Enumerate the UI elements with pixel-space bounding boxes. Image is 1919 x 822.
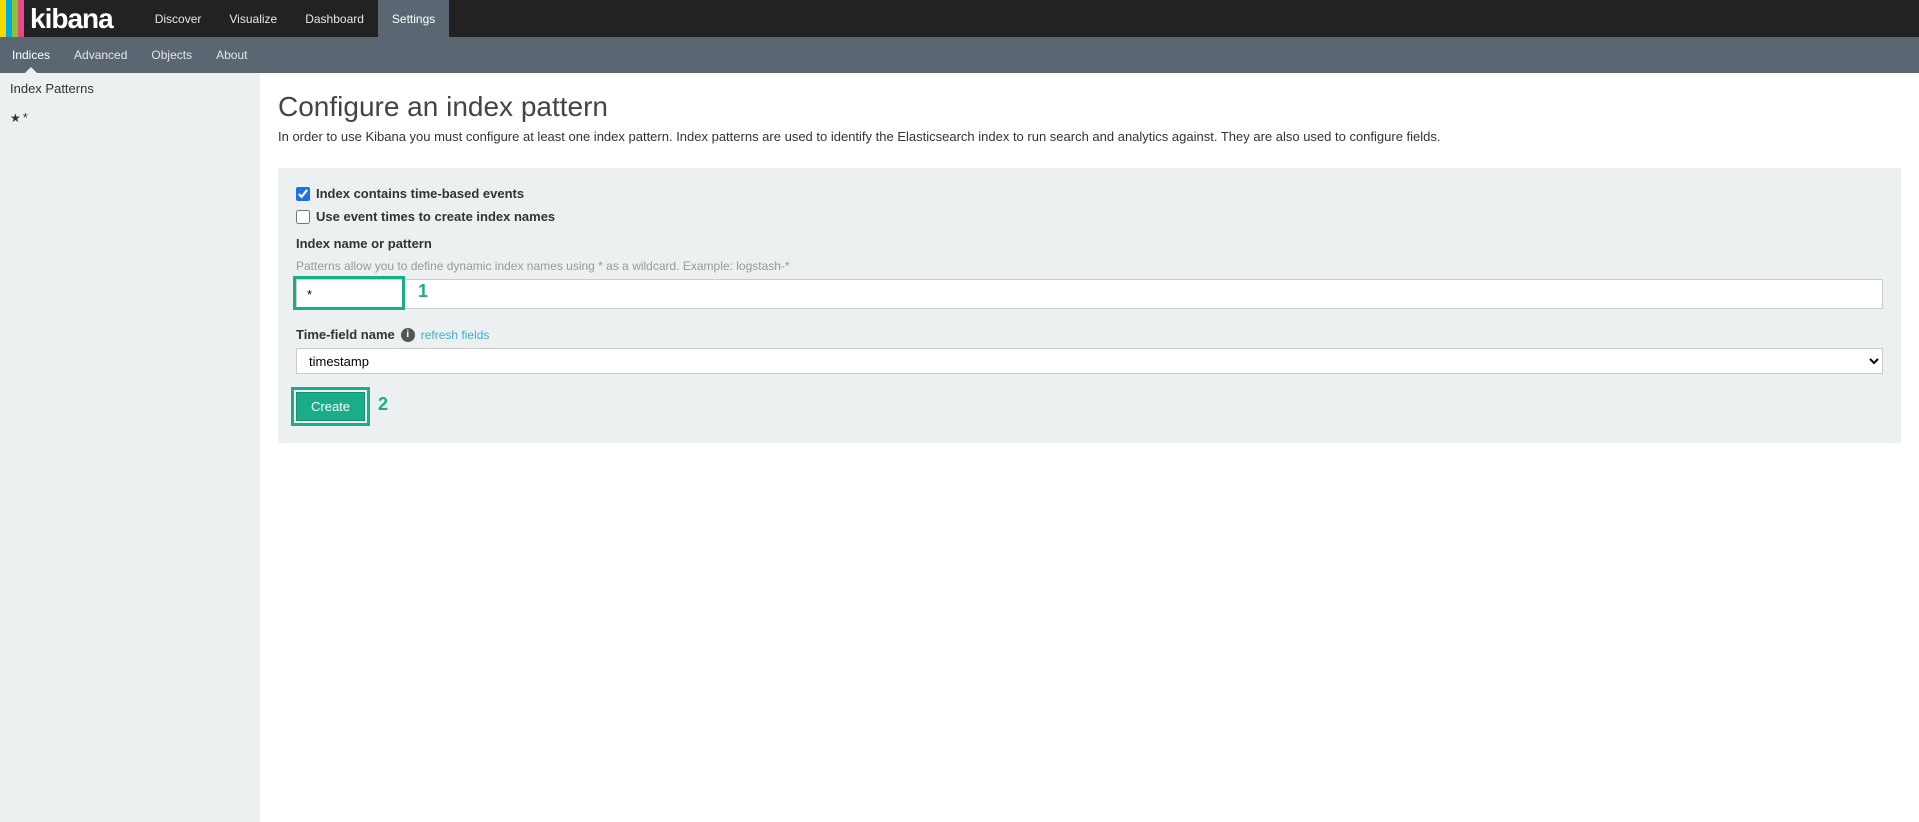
logo[interactable]: kibana (0, 0, 121, 37)
subnav-tab-indices[interactable]: Indices (0, 37, 62, 73)
checkbox-time-based-label[interactable]: Index contains time-based events (316, 186, 524, 201)
create-button[interactable]: Create (296, 392, 365, 421)
checkbox-time-based[interactable] (296, 187, 310, 201)
nav-tab-dashboard[interactable]: Dashboard (291, 0, 378, 37)
nav-tab-visualize[interactable]: Visualize (215, 0, 291, 37)
checkbox-event-times[interactable] (296, 210, 310, 224)
nav-tab-discover[interactable]: Discover (141, 0, 216, 37)
logo-text: kibana (30, 0, 113, 37)
top-navbar: kibana Discover Visualize Dashboard Sett… (0, 0, 1919, 37)
index-name-label: Index name or pattern (296, 236, 1883, 251)
sidebar-item-default-pattern[interactable]: ★* (0, 104, 260, 131)
content-area: Configure an index pattern In order to u… (260, 73, 1919, 822)
nav-tab-settings[interactable]: Settings (378, 0, 449, 37)
refresh-fields-link[interactable]: refresh fields (421, 328, 490, 342)
index-pattern-form-panel: Index contains time-based events Use eve… (278, 168, 1901, 443)
subnav-tab-objects[interactable]: Objects (139, 37, 204, 73)
sidebar: Index Patterns ★* (0, 73, 260, 822)
time-field-label: Time-field name (296, 327, 395, 342)
time-field-select[interactable]: timestamp (296, 348, 1883, 374)
nav-tabs: Discover Visualize Dashboard Settings (141, 0, 450, 37)
page-title: Configure an index pattern (278, 91, 1901, 123)
sidebar-header: Index Patterns (0, 73, 260, 104)
checkbox-event-times-label[interactable]: Use event times to create index names (316, 209, 555, 224)
annotation-number-2: 2 (378, 394, 388, 415)
subnav-tab-about[interactable]: About (204, 37, 259, 73)
info-icon[interactable]: i (401, 328, 415, 342)
index-name-input[interactable] (296, 279, 1883, 309)
logo-stripes (0, 0, 24, 37)
settings-subnav: Indices Advanced Objects About (0, 37, 1919, 73)
sidebar-item-label: * (23, 110, 28, 125)
index-name-help: Patterns allow you to define dynamic ind… (296, 259, 1883, 273)
page-description: In order to use Kibana you must configur… (278, 129, 1901, 144)
star-icon: ★ (10, 111, 21, 125)
subnav-tab-advanced[interactable]: Advanced (62, 37, 139, 73)
